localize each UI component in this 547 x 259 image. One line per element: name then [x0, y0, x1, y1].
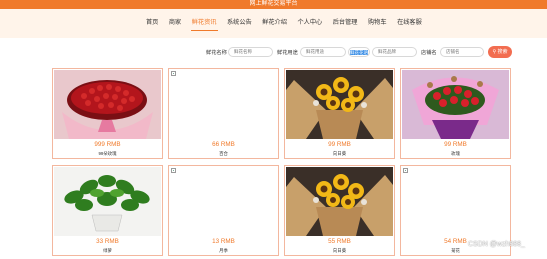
- product-price: 99 RMB: [444, 141, 467, 148]
- sunflower-image[interactable]: [286, 70, 393, 139]
- nav-menu: 首页 商家 鲜花资讯 系统公告 鲜花介绍 个人中心 后台管理 购物车 在线客服: [145, 18, 431, 31]
- broken-image-icon: [403, 168, 408, 173]
- flower-use-label: 鲜花用途: [277, 50, 298, 56]
- flower-language-input[interactable]: 鲜花花语: [348, 47, 370, 57]
- nav-item-home[interactable]: 首页: [145, 18, 159, 30]
- broken-image[interactable]: [170, 70, 277, 139]
- nav-item-announcements[interactable]: 系统公告: [226, 18, 253, 30]
- product-name: 99朵玫瑰: [98, 151, 117, 156]
- flower-brand-input[interactable]: [372, 47, 417, 57]
- product-name: 玫瑰: [451, 151, 460, 156]
- product-name: 向日葵: [332, 248, 347, 253]
- site-title: 网上鲜花交易平台: [249, 1, 298, 7]
- nav-item-online-service[interactable]: 在线客服: [396, 18, 423, 30]
- flower-use-input[interactable]: [300, 47, 346, 57]
- nav-item-admin[interactable]: 后台管理: [332, 18, 359, 30]
- search-icon: ⚲: [492, 49, 497, 55]
- red-roses-image[interactable]: [54, 70, 161, 139]
- product-card[interactable]: 999 RMB 99朵玫瑰: [52, 68, 163, 159]
- flower-name-input[interactable]: [228, 47, 273, 57]
- search-bar: 鲜花名称 鲜花用途 鲜花花语 店铺名 ⚲ 搜索: [0, 46, 547, 60]
- product-price: 66 RMB: [212, 141, 235, 148]
- product-price: 33 RMB: [96, 238, 119, 245]
- product-price: 999 RMB: [94, 141, 121, 148]
- nav-item-flower-news[interactable]: 鲜花资讯: [190, 18, 218, 31]
- sunflower-image[interactable]: [286, 167, 393, 236]
- nav-item-cart[interactable]: 购物车: [367, 18, 388, 30]
- site-title-bar: 网上鲜花交易平台: [0, 0, 547, 9]
- broken-image[interactable]: [170, 167, 277, 236]
- product-name: 向日葵: [332, 151, 347, 156]
- watermark: CSDN @wzh888_: [468, 241, 525, 248]
- product-price: 13 RMB: [212, 238, 235, 245]
- product-price: 99 RMB: [328, 141, 351, 148]
- product-name: 菊花: [451, 248, 460, 253]
- broken-image-icon: [171, 168, 176, 173]
- product-card[interactable]: 55 RMB 向日葵: [284, 165, 395, 256]
- product-card[interactable]: 13 RMB 月季: [168, 165, 279, 256]
- pink-roses-image[interactable]: [402, 70, 509, 139]
- search-button-label: 搜索: [497, 49, 508, 55]
- shop-name-input[interactable]: [440, 47, 484, 57]
- broken-image[interactable]: [402, 167, 509, 236]
- flower-name-label: 鲜花名称: [206, 50, 227, 56]
- broken-image-icon: [171, 71, 176, 76]
- product-name: 百合: [219, 151, 228, 156]
- nav-item-merchant[interactable]: 商家: [168, 18, 182, 30]
- product-card[interactable]: 99 RMB 向日葵: [284, 68, 395, 159]
- nav-item-flower-intro[interactable]: 鲜花介绍: [261, 18, 288, 30]
- search-button[interactable]: ⚲ 搜索: [488, 46, 512, 58]
- flower-language-value: 鲜花花语: [350, 50, 368, 55]
- product-card[interactable]: 33 RMB 绿萝: [52, 165, 163, 256]
- product-price: 55 RMB: [328, 238, 351, 245]
- product-name: 绿萝: [103, 248, 112, 253]
- nav-item-personal-center[interactable]: 个人中心: [297, 18, 324, 30]
- product-name: 月季: [219, 248, 228, 253]
- product-card[interactable]: 66 RMB 百合: [168, 68, 279, 159]
- shop-name-label: 店铺名: [421, 50, 437, 56]
- product-card[interactable]: 99 RMB 玫瑰: [400, 68, 511, 159]
- green-plant-image[interactable]: [54, 167, 161, 236]
